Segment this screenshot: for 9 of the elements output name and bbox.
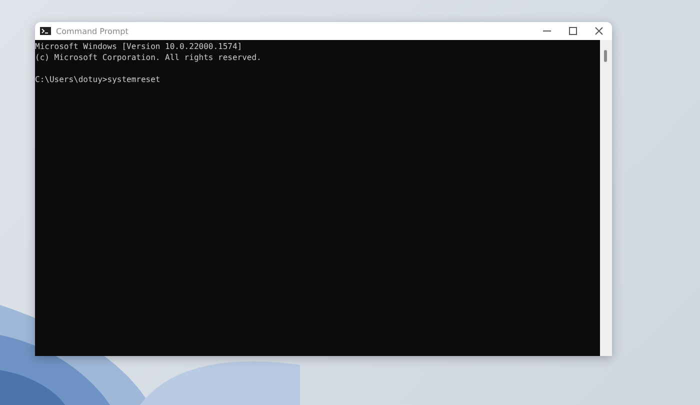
console-line: (c) Microsoft Corporation. All rights reserved.: [35, 52, 262, 63]
close-icon: [594, 26, 604, 36]
window-title: Command Prompt: [56, 26, 128, 36]
terminal-icon: [40, 27, 51, 35]
command-line: C:\Users\dotuy>systemreset: [35, 74, 160, 85]
maximize-icon: [568, 26, 578, 36]
scrollbar-thumb[interactable]: [604, 50, 607, 62]
scrollbar[interactable]: [600, 40, 612, 356]
console-line: Microsoft Windows [Version 10.0.22000.1574]: [35, 41, 242, 52]
